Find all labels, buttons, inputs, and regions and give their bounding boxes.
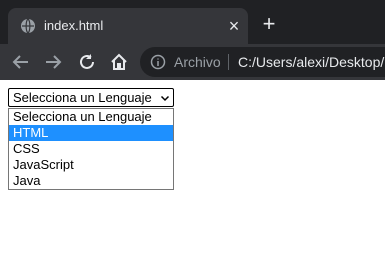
omnibox-scheme-label: Archivo: [174, 54, 221, 70]
language-select-value: Selecciona un Lenguaje: [13, 90, 152, 105]
language-select[interactable]: Selecciona un Lenguaje: [8, 88, 174, 107]
tab-title: index.html: [44, 18, 104, 33]
home-icon[interactable]: [108, 51, 130, 73]
option-html[interactable]: HTML: [9, 125, 173, 141]
option-java[interactable]: Java: [9, 173, 173, 189]
globe-icon: [21, 18, 35, 34]
tab-close-icon[interactable]: ×: [226, 17, 242, 35]
forward-arrow-icon[interactable]: [42, 51, 64, 73]
omnibox-url[interactable]: C:/Users/alexi/Desktop/: [238, 54, 384, 70]
page-content: Selecciona un Lenguaje Selecciona un Len…: [0, 80, 385, 256]
option-css[interactable]: CSS: [9, 141, 173, 157]
chevron-down-icon: [160, 95, 170, 102]
reload-icon[interactable]: [76, 51, 98, 73]
tab-strip: index.html × +: [0, 0, 385, 44]
omnibox[interactable]: Archivo C:/Users/alexi/Desktop/: [140, 47, 385, 77]
browser-toolbar: Archivo C:/Users/alexi/Desktop/: [0, 44, 385, 80]
language-dropdown-list: Selecciona un Lenguaje HTML CSS JavaScri…: [8, 108, 174, 190]
new-tab-icon[interactable]: +: [259, 13, 279, 35]
option-javascript[interactable]: JavaScript: [9, 157, 173, 173]
omnibox-separator: [228, 54, 229, 70]
back-arrow-icon[interactable]: [10, 51, 32, 73]
option-selecciona-un-lenguaje[interactable]: Selecciona un Lenguaje: [9, 109, 173, 125]
info-icon[interactable]: [150, 54, 166, 70]
tab-index-html[interactable]: index.html ×: [8, 8, 248, 44]
